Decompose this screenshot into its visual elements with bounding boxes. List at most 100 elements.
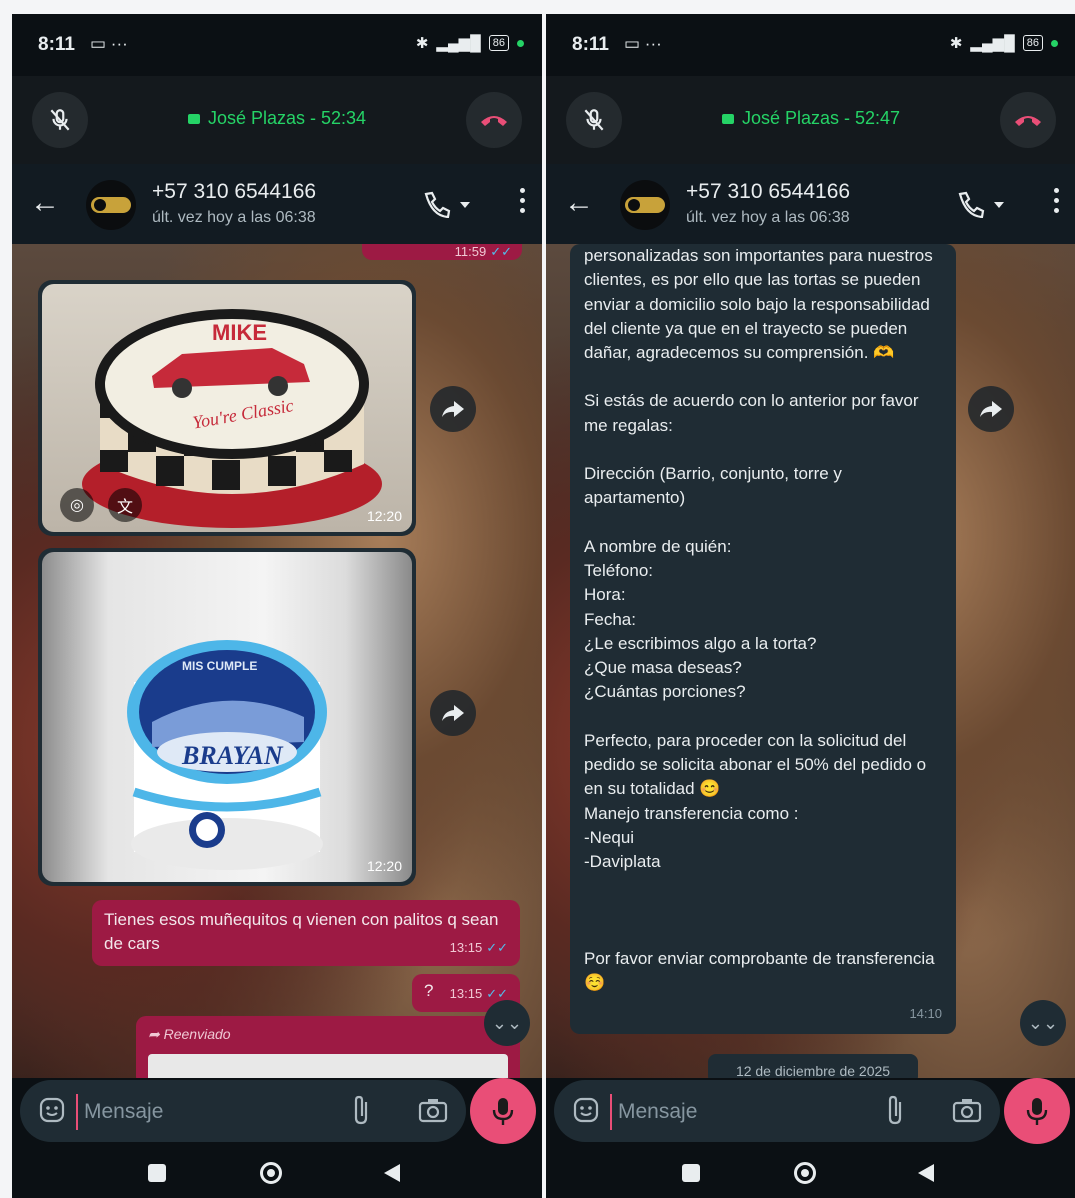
phone-icon — [958, 191, 1004, 219]
translate-icon: 文 — [116, 499, 133, 516]
forwarded-label: ➦ Reenviado — [148, 1026, 231, 1042]
contact-name[interactable]: +57 310 6544166 — [152, 180, 316, 204]
cake-photo[interactable]: MIS CUMPLE BRAYAN 12:20 — [42, 552, 412, 882]
call-duration: 52:47 — [855, 108, 901, 128]
avatar[interactable] — [620, 180, 670, 230]
last-seen: últ. vez hoy a las 06:38 — [686, 209, 850, 226]
status-time: 8:11 — [38, 34, 75, 55]
camera-icon[interactable] — [952, 1096, 982, 1124]
message-composer — [546, 1074, 1075, 1154]
forward-button[interactable] — [430, 386, 476, 432]
lens-search-button[interactable]: ◎ — [60, 488, 94, 522]
status-notification-icons: ▭ ··· — [90, 34, 128, 53]
emoji-icon[interactable] — [572, 1096, 600, 1124]
message-paragraph: Por favor enviar comprobante de transfer… — [584, 948, 940, 992]
forward-button[interactable] — [968, 386, 1014, 432]
nav-circle-icon[interactable] — [794, 1162, 816, 1184]
read-ticks-icon: ✓✓ — [486, 940, 508, 955]
translate-button[interactable]: 文 — [108, 488, 142, 522]
avatar[interactable] — [86, 180, 136, 230]
message-input-pill[interactable] — [20, 1080, 466, 1142]
caller-name: José Plazas — [741, 108, 839, 128]
video-icon — [187, 114, 200, 125]
key-logo-icon — [625, 197, 665, 213]
status-time: 8:11 — [572, 34, 609, 55]
call-info[interactable]: José Plazas - 52:47 — [546, 108, 1075, 129]
nav-back-icon[interactable] — [382, 1162, 402, 1189]
scroll-to-bottom-button[interactable]: ⌄⌄ — [1020, 1000, 1066, 1046]
incoming-message[interactable]: personalizadas son importantes para nues… — [570, 244, 956, 1034]
forward-icon: ➦ — [148, 1026, 164, 1042]
video-icon — [721, 114, 734, 125]
forward-icon — [980, 401, 1002, 417]
chat-header: ← +57 310 6544166 últ. vez hoy a las 06:… — [546, 164, 1075, 244]
signal-icon: ▂▄▆█ — [970, 35, 1015, 52]
nav-square-icon[interactable] — [148, 1162, 166, 1182]
forward-button[interactable] — [430, 690, 476, 736]
nav-circle-icon[interactable] — [260, 1162, 282, 1184]
contact-name[interactable]: +57 310 6544166 — [686, 180, 850, 204]
image-message[interactable]: MIKE You're Classic ◎ 文 12:20 — [38, 280, 416, 536]
nav-square-icon[interactable] — [682, 1162, 700, 1182]
back-arrow-icon[interactable]: ← — [30, 188, 60, 218]
message-paragraph: Dirección (Barrio, conjunto, torre y apa… — [584, 464, 847, 508]
partial-message[interactable]: 11:59 ✓✓ — [362, 244, 522, 260]
nav-back-icon[interactable] — [916, 1162, 936, 1189]
call-duration: 52:34 — [321, 108, 367, 128]
voice-message-button[interactable] — [470, 1078, 536, 1144]
message-paragraph: A nombre de quién: Teléfono: Hora: Fecha… — [584, 536, 817, 702]
message-input[interactable] — [76, 1094, 326, 1130]
camera-active-dot — [517, 39, 524, 47]
chat-area[interactable]: 11:59 ✓✓ MIKE You're Classic ◎ 文 12:20 M… — [12, 244, 542, 1078]
outgoing-message[interactable]: Tienes esos muñequitos q vienen con pali… — [92, 900, 520, 966]
chat-header: ← +57 310 6544166 últ. vez hoy a las 06:… — [12, 164, 542, 244]
hang-up-icon — [1015, 116, 1041, 126]
phone-screen-right: 8:11 ▭ ··· ✱ ▂▄▆█ 86 José Plazas - 52:47… — [546, 14, 1075, 1198]
menu-icon[interactable] — [1054, 188, 1060, 218]
read-ticks-icon: ✓✓ — [486, 986, 508, 1001]
message-text: ? — [424, 981, 434, 1000]
cake-text-name: BRAYAN — [181, 741, 284, 770]
mic-icon — [1026, 1098, 1048, 1125]
last-seen: últ. vez hoy a las 06:38 — [152, 209, 316, 226]
voice-message-button[interactable] — [1004, 1078, 1070, 1144]
message-input[interactable] — [610, 1094, 860, 1130]
scroll-to-bottom-button[interactable]: ⌄⌄ — [484, 1000, 530, 1046]
attach-icon[interactable] — [884, 1094, 906, 1126]
message-paragraph: personalizadas son importantes para nues… — [584, 246, 938, 363]
status-notification-icons: ▭ ··· — [624, 34, 662, 53]
forward-icon — [442, 401, 464, 417]
status-icons: ✱ ▂▄▆█ 86 — [416, 34, 524, 52]
message-time: 11:59 — [454, 244, 487, 259]
call-info[interactable]: José Plazas - 52:34 — [12, 108, 542, 129]
call-menu-button[interactable] — [422, 190, 474, 223]
cake-text-name: MIKE — [212, 320, 267, 345]
message-input-pill[interactable] — [554, 1080, 1000, 1142]
message-time: 13:15 — [449, 940, 483, 955]
image-time: 12:20 — [366, 508, 402, 524]
chat-area[interactable]: personalizadas son importantes para nues… — [546, 244, 1075, 1078]
hang-up-button[interactable] — [1000, 92, 1056, 148]
camera-icon[interactable] — [418, 1096, 448, 1124]
ongoing-call-bar[interactable]: José Plazas - 52:34 — [12, 76, 542, 164]
cake-photo[interactable]: MIKE You're Classic ◎ 文 12:20 — [42, 284, 412, 532]
battery-icon: 86 — [488, 35, 509, 51]
message-paragraph: Perfecto, para proceder con la solicitud… — [584, 730, 927, 872]
chevron-double-down-icon: ⌄⌄ — [491, 1012, 523, 1033]
ongoing-call-bar[interactable]: José Plazas - 52:47 — [546, 76, 1075, 164]
phone-screen-left: 8:11 ▭ ··· ✱ ▂▄▆█ 86 José Plazas - 52:34… — [12, 14, 542, 1198]
image-time: 12:20 — [366, 858, 402, 874]
forward-icon — [442, 705, 464, 721]
menu-icon[interactable] — [520, 188, 526, 218]
hang-up-button[interactable] — [466, 92, 522, 148]
back-arrow-icon[interactable]: ← — [564, 188, 594, 218]
image-message[interactable]: MIS CUMPLE BRAYAN 12:20 — [38, 548, 416, 886]
message-composer — [12, 1074, 542, 1154]
forwarded-message[interactable]: ➦ Reenviado — [136, 1016, 520, 1078]
emoji-icon[interactable] — [38, 1096, 66, 1124]
attach-icon[interactable] — [350, 1094, 372, 1126]
call-menu-button[interactable] — [956, 190, 1008, 223]
cake-mike-image: MIKE You're Classic — [82, 309, 382, 528]
navigation-bar — [546, 1148, 1075, 1198]
message-text: Tienes esos muñequitos q vienen con pali… — [104, 910, 499, 953]
